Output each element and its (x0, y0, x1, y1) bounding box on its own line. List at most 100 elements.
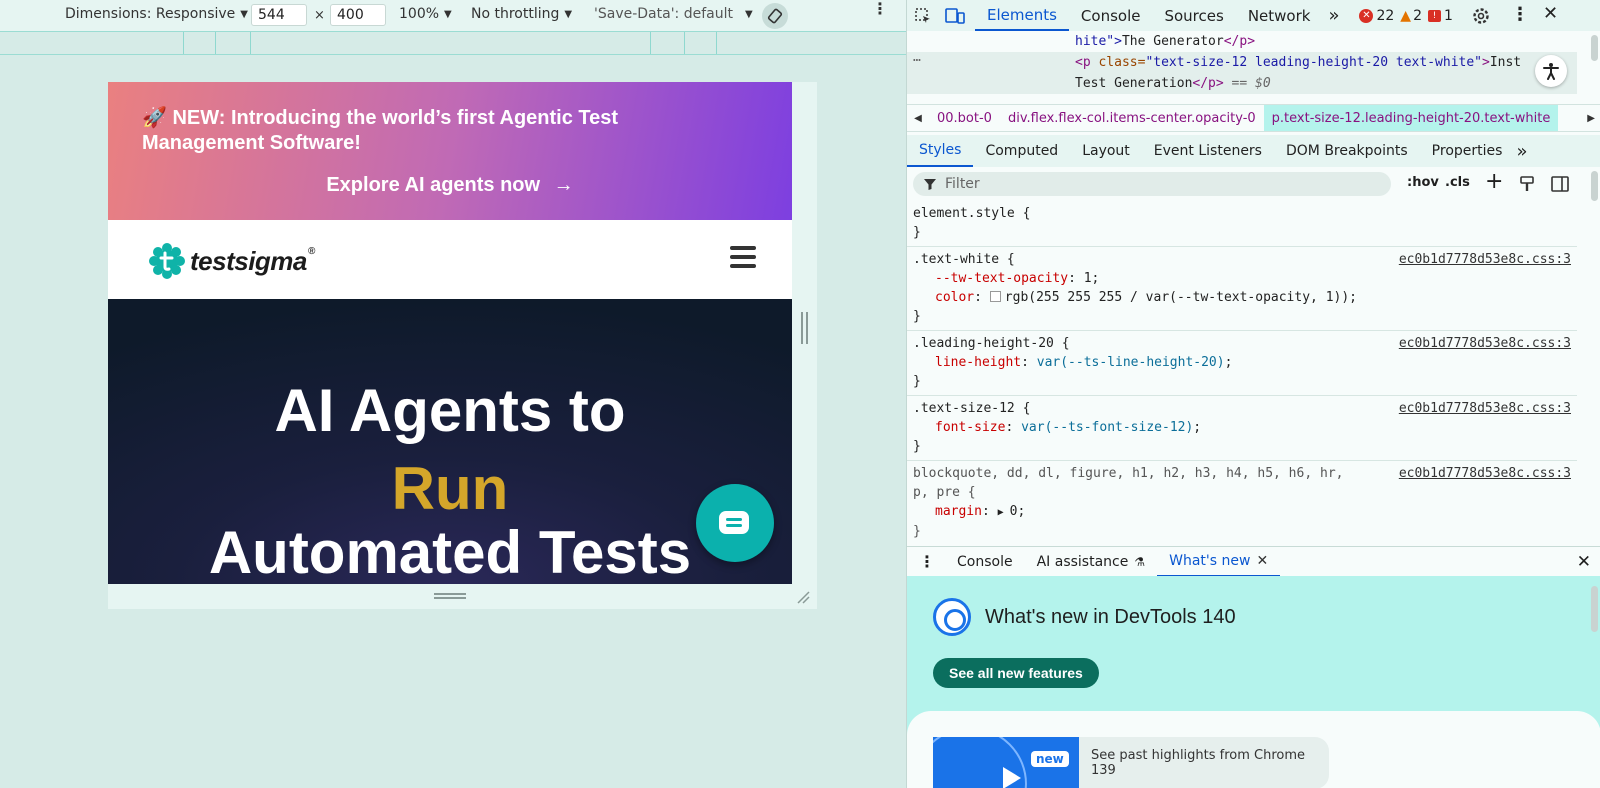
drawer-tab-ai-assistance[interactable]: AI assistance ⚗ (1025, 547, 1158, 577)
tab-event-listeners[interactable]: Event Listeners (1142, 135, 1274, 167)
tab-elements[interactable]: Elements (975, 0, 1069, 31)
style-rule-text-size[interactable]: ec0b1d7778d53e8c.css:3 .text-size-12 { f… (907, 396, 1577, 461)
tab-layout[interactable]: Layout (1070, 135, 1142, 167)
hov-toggle[interactable]: :hov (1407, 175, 1439, 190)
elements-scrollbar[interactable] (1591, 35, 1598, 61)
corner-resize-icon[interactable] (796, 590, 810, 604)
tab-console[interactable]: Console (1069, 0, 1153, 31)
style-rule-reset[interactable]: ec0b1d7778d53e8c.css:3 blockquote, dd, d… (907, 461, 1577, 541)
breadcrumb-item-selected[interactable]: p.text-size-12.leading-height-20.text-wh… (1263, 105, 1559, 131)
breadcrumb-item[interactable]: div.flex.flex-col.items-center.opacity-0 (1000, 111, 1264, 126)
hamburger-menu-icon[interactable] (730, 246, 756, 268)
device-bottom-resize-area[interactable] (108, 584, 817, 609)
style-rule-leading-height[interactable]: ec0b1d7778d53e8c.css:3 .leading-height-2… (907, 331, 1577, 396)
drawer-scrollbar[interactable] (1591, 586, 1598, 632)
drawer-menu-icon[interactable]: ⋮ (907, 552, 945, 571)
more-tabs-icon[interactable]: » (1322, 5, 1345, 26)
chevron-down-icon: ▼ (744, 8, 753, 20)
expand-triangle-icon[interactable]: ▶ (998, 507, 1010, 518)
style-rule-text-white[interactable]: ec0b1d7778d53e8c.css:3 .text-white { --t… (907, 247, 1577, 331)
filter-input[interactable]: Filter (913, 172, 1391, 196)
more-options-icon[interactable]: ⋮ (872, 1, 888, 17)
tab-dom-breakpoints[interactable]: DOM Breakpoints (1274, 135, 1420, 167)
breadcrumb: ◀ 00.bot-0 div.flex.flex-col.items-cente… (907, 104, 1600, 132)
whats-new-panel: What's new in DevTools 140 See all new f… (907, 576, 1600, 788)
stylesheet-link[interactable]: ec0b1d7778d53e8c.css:3 (1399, 250, 1571, 269)
stylesheet-link[interactable]: ec0b1d7778d53e8c.css:3 (1399, 334, 1571, 353)
device-toolbar-icon[interactable] (939, 0, 971, 31)
chevron-down-icon: ▼ (444, 8, 452, 20)
close-devtools-icon[interactable]: ✕ (1543, 3, 1558, 24)
drawer-tabs: ⋮ Console AI assistance ⚗ What's new ✕ ✕ (907, 546, 1600, 577)
breadcrumb-left-icon[interactable]: ◀ (907, 113, 929, 124)
media-query-ruler (0, 31, 906, 55)
tab-sources[interactable]: Sources (1152, 0, 1235, 31)
color-swatch-icon[interactable] (989, 291, 1001, 302)
testsigma-logo[interactable]: testsigma® (148, 242, 315, 280)
resize-handle-icon[interactable] (801, 312, 803, 344)
inspect-element-icon[interactable] (907, 0, 939, 31)
styles-scrollbar[interactable] (1591, 171, 1598, 201)
dom-line-1[interactable]: hite">The Generator</p> (1075, 31, 1255, 52)
tab-styles[interactable]: Styles (907, 135, 974, 167)
dom-ellipsis-icon[interactable]: … (913, 47, 921, 68)
styles-pane: element.style { } ec0b1d7778d53e8c.css:3… (907, 201, 1577, 541)
save-data-select[interactable]: 'Save-Data': default ▼ (594, 6, 753, 22)
save-data-label: 'Save-Data': default (594, 6, 733, 22)
breadcrumb-right-icon[interactable]: ▶ (1587, 113, 1595, 124)
announcement-banner: 🚀 NEW: Introducing the world’s first Age… (108, 82, 792, 220)
more-subtabs-icon[interactable]: » (1514, 141, 1527, 162)
tab-computed[interactable]: Computed (973, 135, 1070, 167)
style-rule-element[interactable]: element.style { } (907, 201, 1577, 247)
see-all-features-button[interactable]: See all new features (933, 658, 1099, 688)
chat-widget-button[interactable] (696, 484, 774, 562)
paint-brush-icon[interactable] (1519, 176, 1535, 192)
selected-dom-node[interactable]: … <p class="text-size-12 leading-height-… (907, 50, 1577, 94)
issues-badges[interactable]: ✕ 22 ▲ 2 ! 1 (1359, 7, 1453, 24)
dimensions-select[interactable]: Dimensions: Responsive ▼ (65, 6, 248, 22)
explore-agents-link[interactable]: Explore AI agents now → (108, 174, 792, 197)
warning-icon: ▲ (1400, 7, 1412, 24)
toggle-sidebar-icon[interactable] (1551, 176, 1569, 192)
new-badge: new (1031, 751, 1069, 767)
rotate-icon[interactable] (762, 3, 788, 29)
device-emulation-area: Dimensions: Responsive ▼ 544 × 400 100% … (0, 0, 906, 788)
width-input[interactable]: 544 (251, 4, 307, 26)
settings-gear-icon[interactable] (1469, 4, 1493, 28)
resize-handle-icon[interactable] (434, 593, 466, 595)
site-navbar: testsigma® (108, 220, 792, 299)
more-options-icon[interactable]: ⋮ (1511, 4, 1529, 25)
highlights-card: new See past highlights from Chrome 139 (907, 711, 1600, 788)
breadcrumb-item[interactable]: 00.bot-0 (929, 111, 1000, 126)
filter-icon (924, 179, 936, 190)
styles-filter-bar: Filter :hov .cls + (907, 167, 1600, 201)
close-tab-icon[interactable]: ✕ (1256, 553, 1268, 569)
tab-properties[interactable]: Properties (1420, 135, 1515, 167)
drawer-tab-console[interactable]: Console (945, 547, 1025, 577)
hero-section: AI Agents to Run Automated Tests (108, 299, 792, 584)
throttling-select[interactable]: No throttling ▼ (471, 6, 572, 22)
chat-icon (719, 511, 749, 534)
height-input[interactable]: 400 (330, 4, 386, 26)
whats-new-title: What's new in DevTools 140 (985, 606, 1236, 628)
stylesheet-link[interactable]: ec0b1d7778d53e8c.css:3 (1399, 464, 1571, 483)
warning-count: 2 (1413, 7, 1422, 24)
play-icon (1003, 767, 1021, 788)
throttling-label: No throttling (471, 6, 560, 22)
close-drawer-icon[interactable]: ✕ (1577, 552, 1591, 572)
drawer-tab-whats-new[interactable]: What's new ✕ (1157, 547, 1281, 577)
device-toolbar: Dimensions: Responsive ▼ 544 × 400 100% … (0, 0, 906, 31)
banner-text: 🚀 NEW: Introducing the world’s first Age… (142, 106, 702, 156)
zoom-select[interactable]: 100% ▼ (399, 6, 452, 22)
accessibility-icon[interactable] (1535, 55, 1567, 87)
elements-tree: hite">The Generator</p> … <p class="text… (907, 31, 1600, 103)
hero-title-line3: Automated Tests (208, 519, 692, 584)
cls-toggle[interactable]: .cls (1445, 175, 1470, 190)
filter-placeholder: Filter (945, 176, 980, 192)
tab-network[interactable]: Network (1236, 0, 1323, 31)
new-style-rule-icon[interactable]: + (1485, 169, 1503, 194)
device-right-resize-area[interactable] (792, 82, 817, 584)
past-highlights-link[interactable]: See past highlights from Chrome 139 (1079, 737, 1329, 788)
stylesheet-link[interactable]: ec0b1d7778d53e8c.css:3 (1399, 399, 1571, 418)
devtools-panel: Elements Console Sources Network » ✕ 22 … (906, 0, 1600, 788)
